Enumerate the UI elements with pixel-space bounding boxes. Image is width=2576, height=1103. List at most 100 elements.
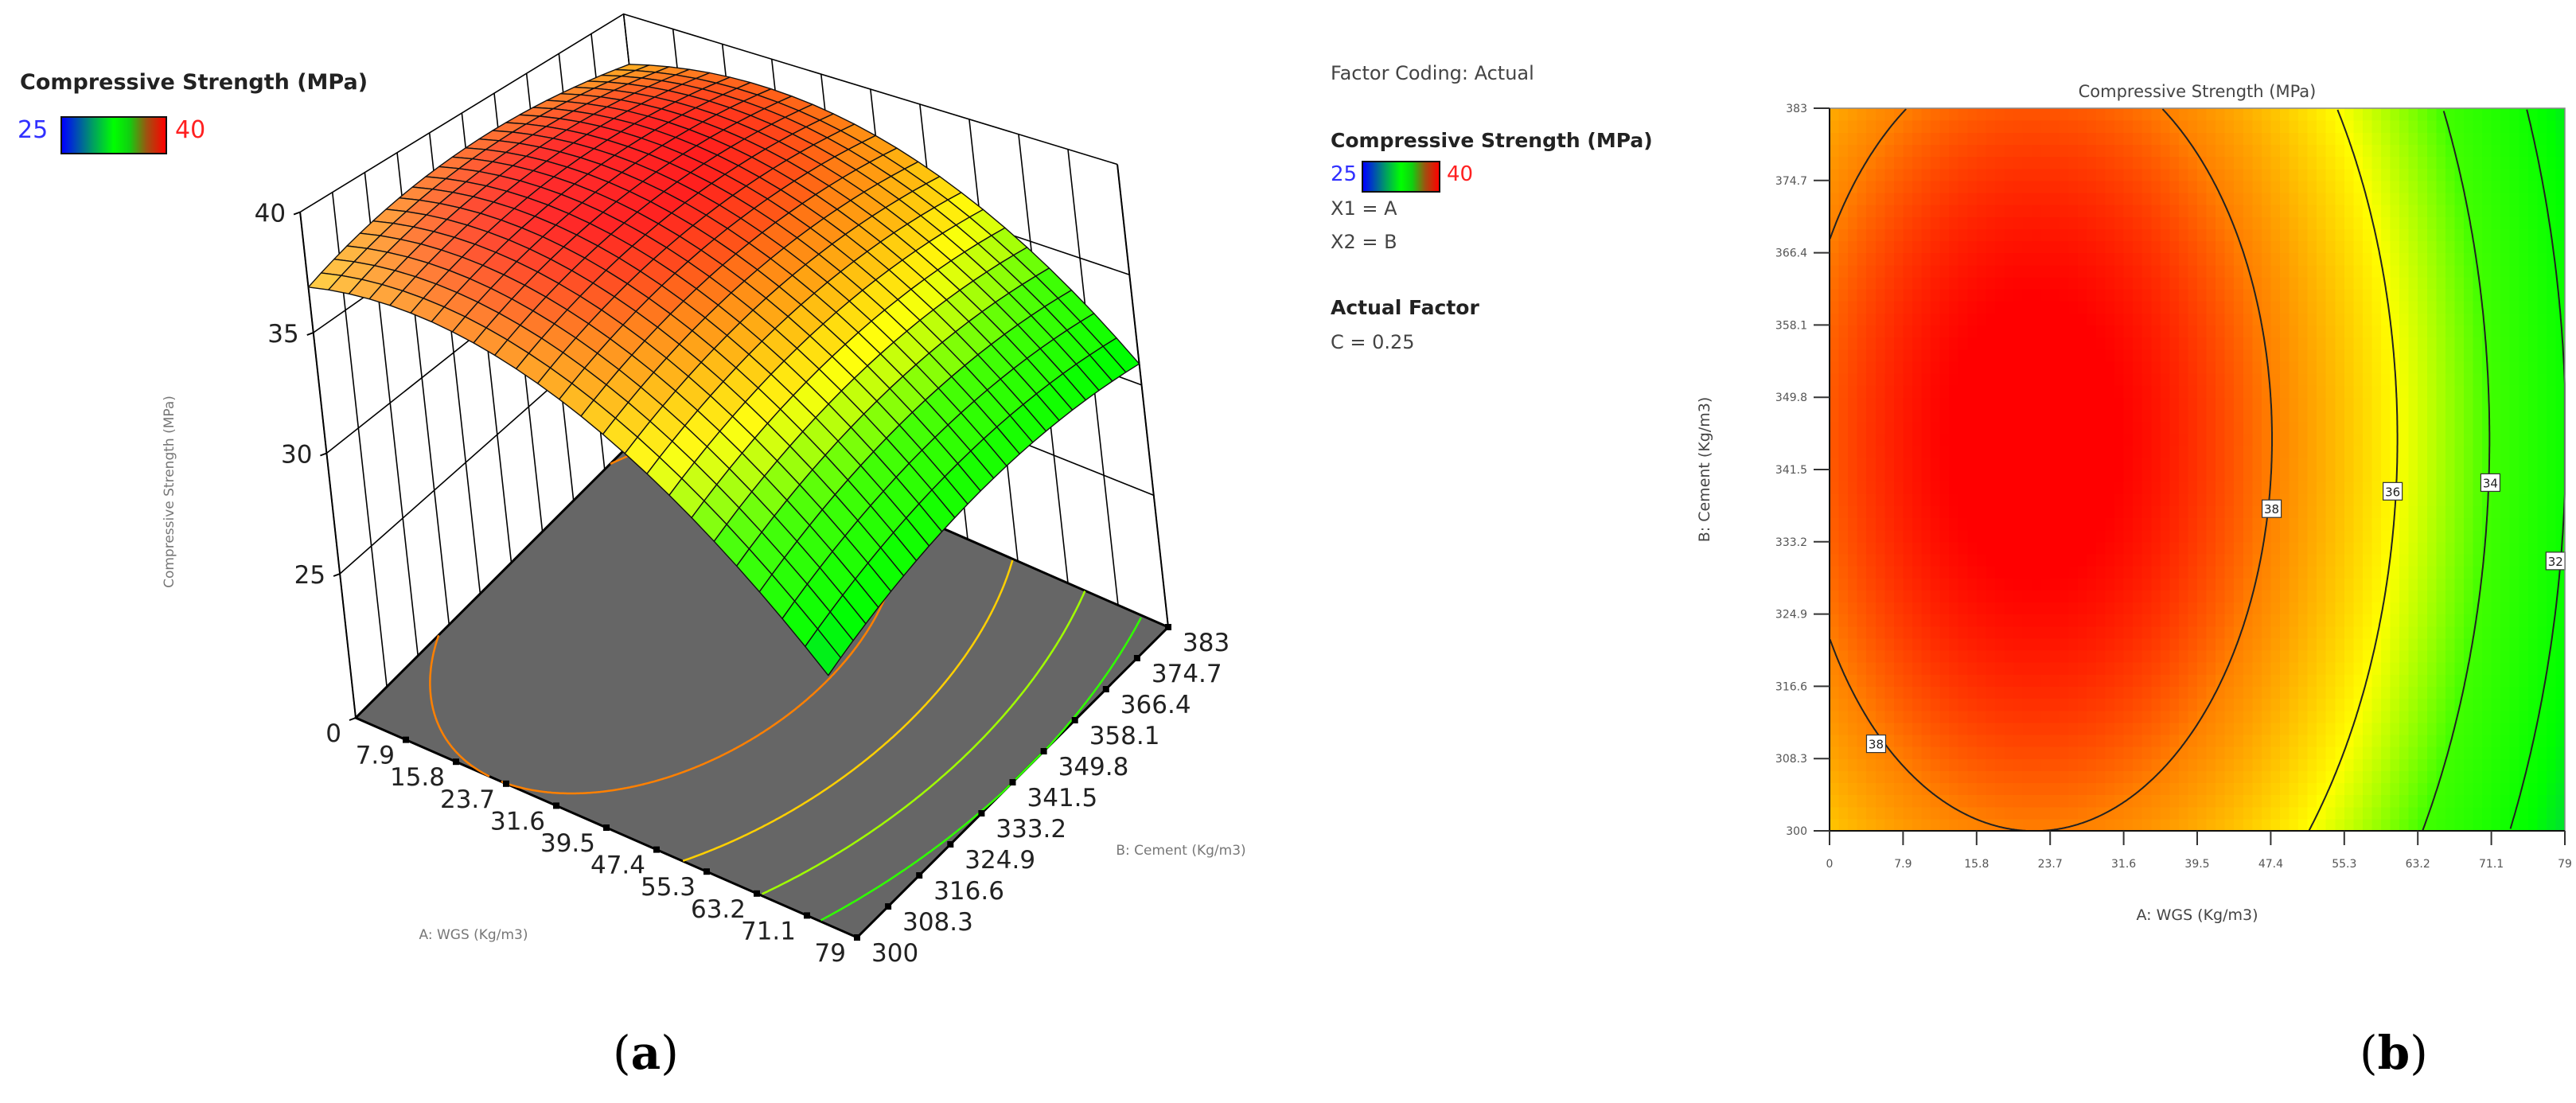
heatmap-cell — [2032, 240, 2042, 254]
heatmap-cell — [2381, 156, 2391, 170]
heatmap-cell — [2050, 637, 2060, 651]
heatmap-cell — [1986, 337, 1996, 350]
heatmap-cell — [2032, 602, 2042, 615]
heatmap-cell — [2408, 614, 2418, 627]
heatmap-cell — [2022, 818, 2032, 831]
heatmap-cell — [1986, 470, 1996, 482]
heatmap-cell — [2473, 541, 2483, 555]
heatmap-cell — [2289, 650, 2299, 663]
heatmap-cell — [2426, 120, 2437, 133]
heatmap-cell — [2114, 228, 2125, 242]
heatmap-cell — [1838, 818, 1849, 831]
heatmap-cell — [2216, 120, 2226, 133]
heatmap-cell — [2426, 758, 2437, 771]
heatmap-cell — [2390, 240, 2400, 254]
heatmap-cell — [1838, 349, 1849, 362]
heatmap-cell — [1912, 806, 1923, 820]
heatmap-cell — [2353, 818, 2364, 831]
heatmap-cell — [1958, 481, 1968, 494]
heatmap-cell — [2105, 156, 2115, 170]
heatmap-cell — [2381, 192, 2391, 205]
heatmap-cell — [2216, 433, 2226, 446]
heatmap-cell — [2279, 337, 2290, 350]
heatmap-cell — [2169, 553, 2180, 567]
heatmap-cell — [2178, 686, 2189, 700]
heatmap-cell — [1986, 758, 1996, 771]
heatmap-cell — [2325, 325, 2336, 338]
heatmap-cell — [1838, 433, 1849, 446]
heatmap-cell — [2224, 578, 2235, 590]
heatmap-cell — [2353, 385, 2364, 398]
heatmap-cell — [2399, 216, 2410, 229]
heatmap-cell — [2335, 782, 2345, 796]
heatmap-cell — [2270, 276, 2281, 290]
heatmap-cell — [1884, 529, 1895, 543]
heatmap-cell — [2317, 470, 2327, 482]
heatmap-cell — [2454, 553, 2465, 567]
heatmap-cell — [2279, 722, 2290, 735]
heatmap-cell — [2289, 445, 2299, 458]
heatmap-cell — [2216, 746, 2226, 759]
heatmap-cell — [2335, 337, 2345, 350]
heatmap-cell — [2197, 493, 2208, 506]
heatmap-cell — [2040, 626, 2051, 639]
heatmap-cell — [2436, 541, 2446, 555]
heatmap-cell — [1912, 782, 1923, 796]
heatmap-cell — [2270, 626, 2281, 639]
heatmap-cell — [1848, 806, 1858, 820]
heatmap-cell — [1931, 372, 1941, 386]
heatmap-cell — [2022, 734, 2032, 747]
heatmap-cell — [2353, 397, 2364, 410]
heatmap-cell — [2234, 361, 2244, 374]
heatmap-cell — [2317, 650, 2327, 663]
heatmap-cell — [2445, 758, 2455, 771]
heatmap-cell — [2307, 505, 2317, 519]
heatmap-cell — [2068, 168, 2079, 181]
heatmap-cell — [2325, 180, 2336, 193]
heatmap-cell — [2123, 457, 2134, 470]
heatmap-cell — [2261, 168, 2271, 181]
heatmap-cell — [2279, 132, 2290, 145]
heatmap-cell — [2087, 590, 2097, 603]
heatmap-cell — [2289, 662, 2299, 675]
heatmap-cell — [2151, 313, 2161, 325]
heatmap-cell — [2436, 433, 2446, 446]
heatmap-cell — [2436, 144, 2446, 158]
heatmap-cell — [2178, 252, 2189, 266]
heatmap-cell — [2317, 614, 2327, 627]
heatmap-cell — [1830, 529, 1840, 543]
heatmap-cell — [2133, 794, 2143, 808]
heatmap-cell — [2169, 289, 2180, 302]
heatmap-cell — [2491, 770, 2501, 784]
heatmap-cell — [2040, 240, 2051, 254]
heatmap-cell — [2178, 517, 2189, 531]
heatmap-cell — [2141, 493, 2152, 506]
heatmap-cell — [2399, 517, 2410, 531]
heatmap-cell — [1893, 385, 1904, 398]
heatmap-cell — [2022, 746, 2032, 759]
heatmap-cell — [2234, 566, 2244, 579]
heatmap-cell — [2482, 385, 2492, 398]
heatmap-cell — [2473, 349, 2483, 362]
heatmap-cell — [2114, 566, 2125, 579]
heatmap-cell — [2114, 337, 2125, 350]
heatmap-cell — [2095, 252, 2106, 266]
heatmap-cell — [2188, 662, 2198, 675]
heatmap-cell — [2216, 590, 2226, 603]
heatmap-cell — [2418, 481, 2428, 494]
heatmap-cell — [1921, 132, 1931, 145]
heatmap-cell — [2224, 156, 2235, 170]
heatmap-cell — [2473, 120, 2483, 133]
heatmap-cell — [2317, 553, 2327, 567]
heatmap-cell — [1838, 794, 1849, 808]
heatmap-cell — [1949, 385, 1959, 398]
heatmap-cell — [2362, 770, 2373, 784]
heatmap-cell — [2445, 794, 2455, 808]
heatmap-cell — [2436, 734, 2446, 747]
heatmap-cell — [1830, 686, 1840, 700]
heatmap-cell — [1893, 313, 1904, 325]
heatmap-cell — [2216, 602, 2226, 615]
heatmap-cell — [1875, 276, 1885, 290]
heatmap-cell — [2279, 264, 2290, 278]
heatmap-cell — [2371, 276, 2382, 290]
